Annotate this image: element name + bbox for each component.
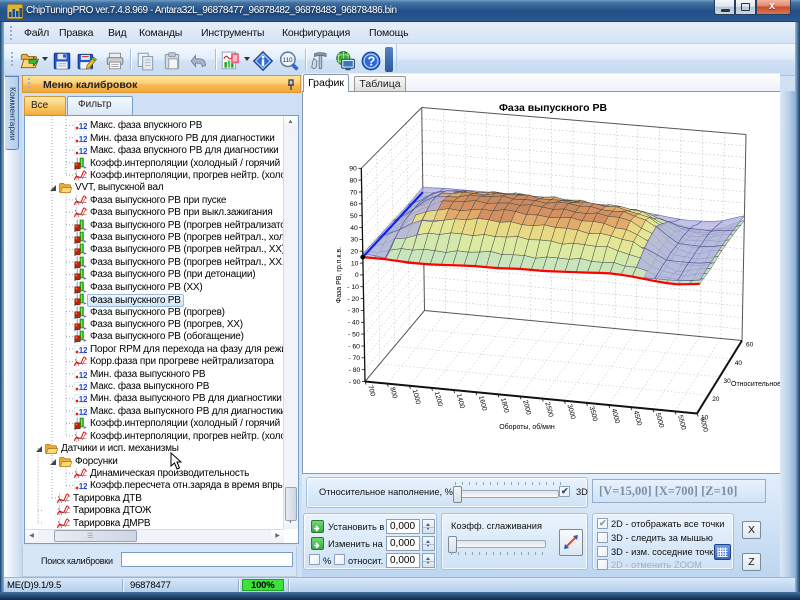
svg-text:110: 110 <box>283 57 293 64</box>
svg-text:30: 30 <box>350 237 358 244</box>
svg-text:40: 40 <box>350 225 358 232</box>
svg-text:4500: 4500 <box>632 410 643 427</box>
svg-text:700: 700 <box>366 384 376 397</box>
svg-text:5500: 5500 <box>676 414 687 431</box>
svg-text:70: 70 <box>350 189 358 196</box>
svg-text:50: 50 <box>350 213 358 220</box>
svg-text:2500: 2500 <box>543 402 554 419</box>
svg-text:20: 20 <box>712 396 720 403</box>
svg-text:Обороты, об/мин: Обороты, об/мин <box>499 423 555 431</box>
svg-text:1200: 1200 <box>433 391 444 408</box>
svg-text:- 30: - 30 <box>348 308 360 315</box>
svg-text:- 20: - 20 <box>347 296 359 303</box>
svg-text:- 60: - 60 <box>348 343 360 350</box>
svg-text:- 40: - 40 <box>348 320 360 327</box>
svg-text:Фаза выпускного РВ: Фаза выпускного РВ <box>499 102 608 114</box>
svg-text:1600: 1600 <box>477 395 488 412</box>
svg-text:2000: 2000 <box>521 399 532 416</box>
svg-text:40: 40 <box>735 360 743 367</box>
svg-text:- 80: - 80 <box>349 367 361 374</box>
svg-text:1400: 1400 <box>455 393 466 410</box>
svg-text:10: 10 <box>701 415 709 422</box>
svg-text:5000: 5000 <box>654 412 665 429</box>
svg-text:1800: 1800 <box>499 397 510 414</box>
svg-text:?: ? <box>368 54 376 69</box>
svg-text:- 90: - 90 <box>349 379 361 386</box>
svg-text:60: 60 <box>746 342 754 349</box>
svg-text:- 70: - 70 <box>348 355 360 362</box>
svg-text:- 10: - 10 <box>347 284 359 291</box>
svg-text:3500: 3500 <box>588 406 599 423</box>
svg-text:1000: 1000 <box>411 389 422 406</box>
svg-text:- 50: - 50 <box>348 331 360 338</box>
svg-text:800: 800 <box>388 387 398 400</box>
svg-text:80: 80 <box>349 177 357 184</box>
svg-text:Относительное н: Относительное н <box>731 381 780 388</box>
svg-text:20: 20 <box>351 249 359 256</box>
svg-text:30: 30 <box>724 378 732 385</box>
svg-text:90: 90 <box>349 166 357 173</box>
svg-text:0: 0 <box>355 272 359 279</box>
svg-text:60: 60 <box>350 201 358 208</box>
svg-text:Фаза РВ, гр.п.к.в.: Фаза РВ, гр.п.к.в. <box>336 247 343 303</box>
svg-text:3000: 3000 <box>565 404 576 421</box>
svg-text:4000: 4000 <box>610 408 621 425</box>
svg-text:10: 10 <box>351 260 359 267</box>
